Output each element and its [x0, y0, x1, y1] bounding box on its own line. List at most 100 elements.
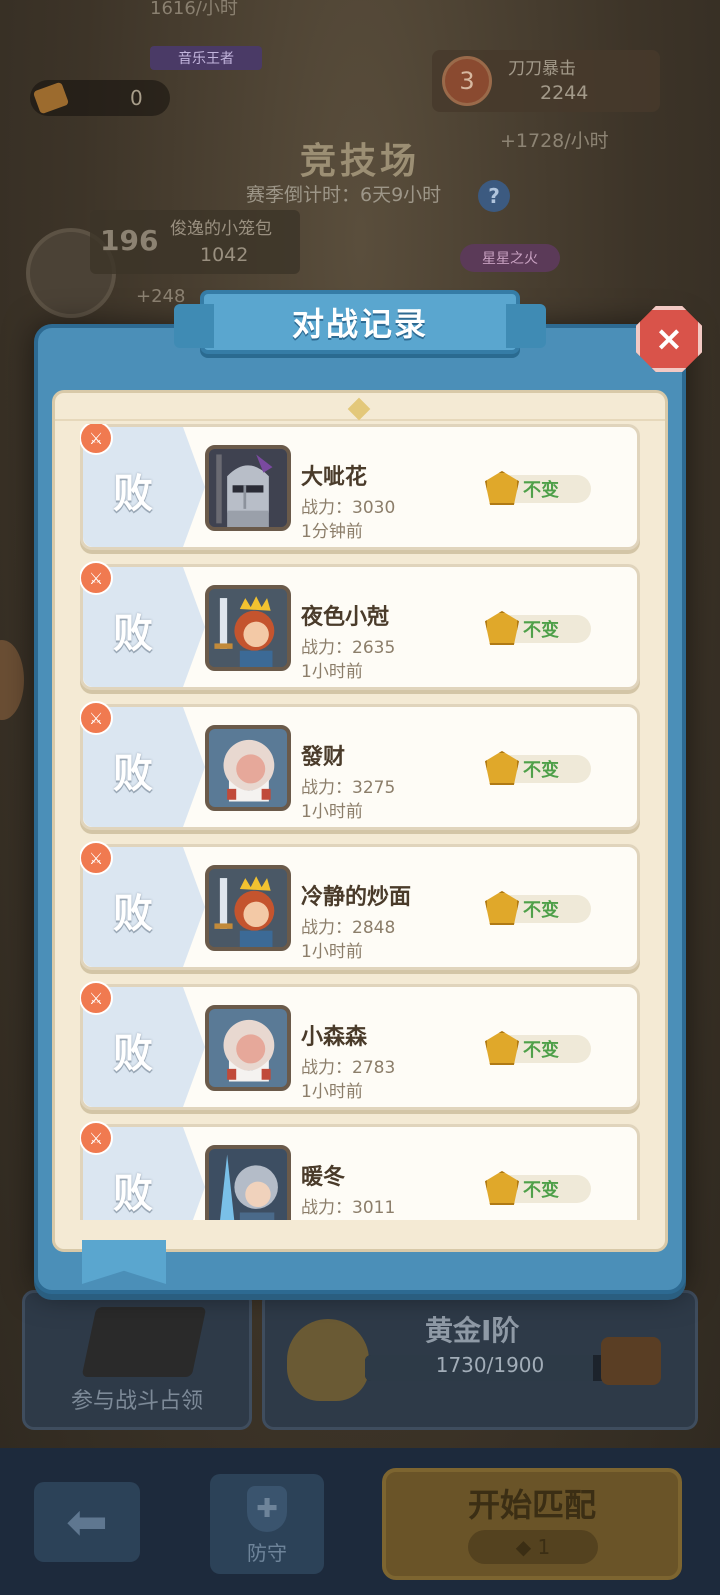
- opponent-avatar-ice[interactable]: [205, 1145, 291, 1220]
- bg-ticket-counter: 0: [30, 80, 170, 116]
- modal-title-ribbon: 对战记录: [174, 290, 546, 354]
- opponent-avatar-knight[interactable]: [205, 445, 291, 531]
- opponent-name: 大呲花: [301, 465, 368, 490]
- shield-icon: ✚: [247, 1486, 287, 1532]
- bottom-bar: ⬅ ✚ 防守 开始匹配 ◆ 1: [0, 1448, 720, 1595]
- battle-record-row-1[interactable]: 败 ⚔ 大呲花 战力：3030 1分钟前 不变: [80, 424, 640, 550]
- bg-left-character: [0, 640, 24, 720]
- result-label: 败: [113, 611, 153, 657]
- close-icon: ×: [654, 319, 684, 359]
- tier-panel: 黄金I阶 1730/1900: [262, 1290, 698, 1430]
- battle-record-row-5[interactable]: 败 ⚔ 小森森 战力：2783 1小时前 不变: [80, 981, 640, 1110]
- result-label: 败: [113, 471, 153, 517]
- chest-icon: [601, 1337, 661, 1385]
- back-button: ⬅: [34, 1482, 140, 1562]
- match-cost-value: 1: [537, 1535, 551, 1559]
- rank-change-label: 不变: [523, 480, 559, 501]
- rank-crown-icon: [485, 891, 519, 925]
- tier-emblem-icon: [287, 1319, 369, 1401]
- season-countdown: 赛季倒计时：6天9小时: [246, 184, 442, 206]
- rank-crown-icon: [485, 1031, 519, 1065]
- ticket-icon: [32, 81, 70, 115]
- occupy-label: 参与战斗占领: [70, 1389, 203, 1414]
- opponent-avatar-princess[interactable]: [205, 865, 291, 951]
- sword-icon: ⚔: [80, 1121, 113, 1155]
- rank-change-badge: 不变: [485, 751, 591, 785]
- rank-change-label: 不变: [523, 620, 559, 641]
- result-label: 败: [113, 891, 153, 937]
- battle-record-list[interactable]: 败 ⚔ 大呲花 战力：3030 1分钟前 不变 败 ⚔ 夜色小尅 战力：2635…: [80, 424, 640, 1220]
- tier-name: 黄金I阶: [425, 1314, 520, 1347]
- bg-player-name: 俊逸的小笼包: [170, 219, 272, 239]
- opponent-power: 战力：2848: [301, 918, 396, 938]
- bg-player-card: 196 俊逸的小笼包 1042: [90, 210, 300, 274]
- opponent-name: 小森森: [301, 1025, 368, 1050]
- rank-change-badge: 不变: [485, 891, 591, 925]
- opponent-name: 暖冬: [301, 1165, 346, 1190]
- opponent-power: 战力：2635: [301, 638, 396, 658]
- defend-label: 防守: [247, 1541, 287, 1565]
- battle-record-row-6[interactable]: 败 ⚔ 暖冬 战力：3011 不变: [80, 1121, 640, 1220]
- rank-change-label: 不变: [523, 900, 559, 921]
- start-match-button: 开始匹配 ◆ 1: [382, 1468, 682, 1580]
- rank-crown-icon: [485, 1171, 519, 1205]
- battle-time: 1小时前: [301, 1082, 363, 1102]
- opponent-avatar-princess[interactable]: [205, 585, 291, 671]
- rank-change-label: 不变: [523, 760, 559, 781]
- result-label: 败: [113, 1031, 153, 1077]
- sword-icon: ⚔: [80, 981, 113, 1015]
- rank-badge-icon: 3: [442, 56, 492, 106]
- tier-progress-text: 1730/1900: [435, 1353, 545, 1377]
- opponent-power: 战力：3011: [301, 1198, 396, 1218]
- bg-star-tag: 星星之火: [460, 244, 560, 272]
- arena-title: 竞技场: [299, 141, 420, 182]
- battle-time: 1小时前: [301, 662, 363, 682]
- rank-change-badge: 不变: [485, 1031, 591, 1065]
- match-cost: ◆ 1: [468, 1530, 598, 1564]
- rank-change-badge: 不变: [485, 611, 591, 645]
- rank-change-badge: 不变: [485, 471, 591, 505]
- defend-button: ✚ 防守: [210, 1474, 324, 1574]
- opponent-power: 战力：2783: [301, 1058, 396, 1078]
- modal-title: 对战记录: [291, 305, 428, 343]
- battle-record-row-2[interactable]: 败 ⚔ 夜色小尅 战力：2635 1小时前 不变: [80, 561, 640, 690]
- back-arrow-icon: ⬅: [66, 1493, 108, 1551]
- occupy-panel: 参与战斗占领: [22, 1290, 252, 1430]
- bg-rank-score: 2244: [540, 82, 589, 104]
- battle-time: 1小时前: [301, 942, 363, 962]
- bg-player-score: 1042: [200, 244, 249, 266]
- bg-ticket-count: 0: [130, 86, 143, 110]
- bg-player-rank: 196: [100, 224, 159, 257]
- start-match-label: 开始匹配: [467, 1486, 596, 1524]
- opponent-name: 冷静的炒面: [301, 885, 412, 910]
- sword-icon: ⚔: [80, 841, 113, 875]
- rank-crown-icon: [485, 611, 519, 645]
- panel-top-ornament: [55, 393, 665, 421]
- bg-music-tag: 音乐王者: [150, 46, 262, 70]
- ticket-icon: ◆: [515, 1535, 538, 1559]
- battle-time: 1小时前: [301, 802, 363, 822]
- battle-record-row-3[interactable]: 败 ⚔ 發财 战力：3275 1小时前 不变: [80, 701, 640, 830]
- rank-crown-icon: [485, 471, 519, 505]
- rank-change-badge: 不变: [485, 1171, 591, 1205]
- result-label: 败: [113, 751, 153, 797]
- rank-change-label: 不变: [523, 1040, 559, 1061]
- opponent-avatar-elder[interactable]: [205, 1005, 291, 1091]
- bg-top-rank-card: 3 刀刀暴击 2244: [432, 50, 660, 112]
- rank-crown-icon: [485, 751, 519, 785]
- sword-icon: ⚔: [80, 561, 113, 595]
- battle-record-row-4[interactable]: 败 ⚔ 冷静的炒面 战力：2848 1小时前 不变: [80, 841, 640, 970]
- battle-time: 1分钟前: [301, 522, 363, 542]
- opponent-power: 战力：3030: [301, 498, 396, 518]
- rank-change-label: 不变: [523, 1180, 559, 1201]
- close-button[interactable]: ×: [636, 306, 702, 372]
- opponent-avatar-elder[interactable]: [205, 725, 291, 811]
- bg-top-stat: 1616/小时: [150, 0, 238, 19]
- bg-rank-name: 刀刀暴击: [508, 59, 576, 79]
- sword-icon: ⚔: [80, 701, 113, 735]
- opponent-name: 夜色小尅: [301, 605, 390, 630]
- opponent-power: 战力：3275: [301, 778, 396, 798]
- occupy-stone-icon: [81, 1307, 207, 1377]
- result-label: 败: [113, 1171, 153, 1217]
- opponent-name: 發财: [301, 745, 346, 770]
